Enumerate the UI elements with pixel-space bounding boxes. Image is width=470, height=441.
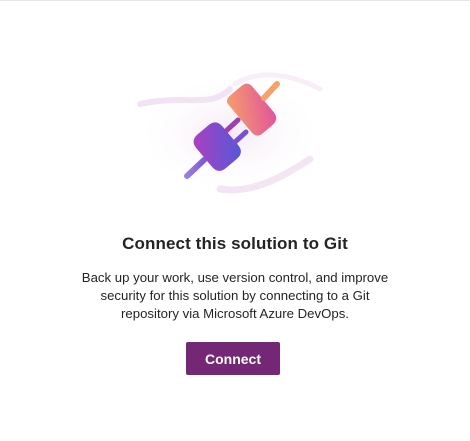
dialog-title: Connect this solution to Git bbox=[122, 234, 348, 253]
plug-connect-icon bbox=[130, 59, 330, 209]
dialog-description: Back up your work, use version control, … bbox=[81, 270, 389, 321]
connect-button[interactable]: Connect bbox=[186, 342, 280, 375]
git-connect-panel: Connect this solution to Git Back up you… bbox=[0, 1, 470, 441]
